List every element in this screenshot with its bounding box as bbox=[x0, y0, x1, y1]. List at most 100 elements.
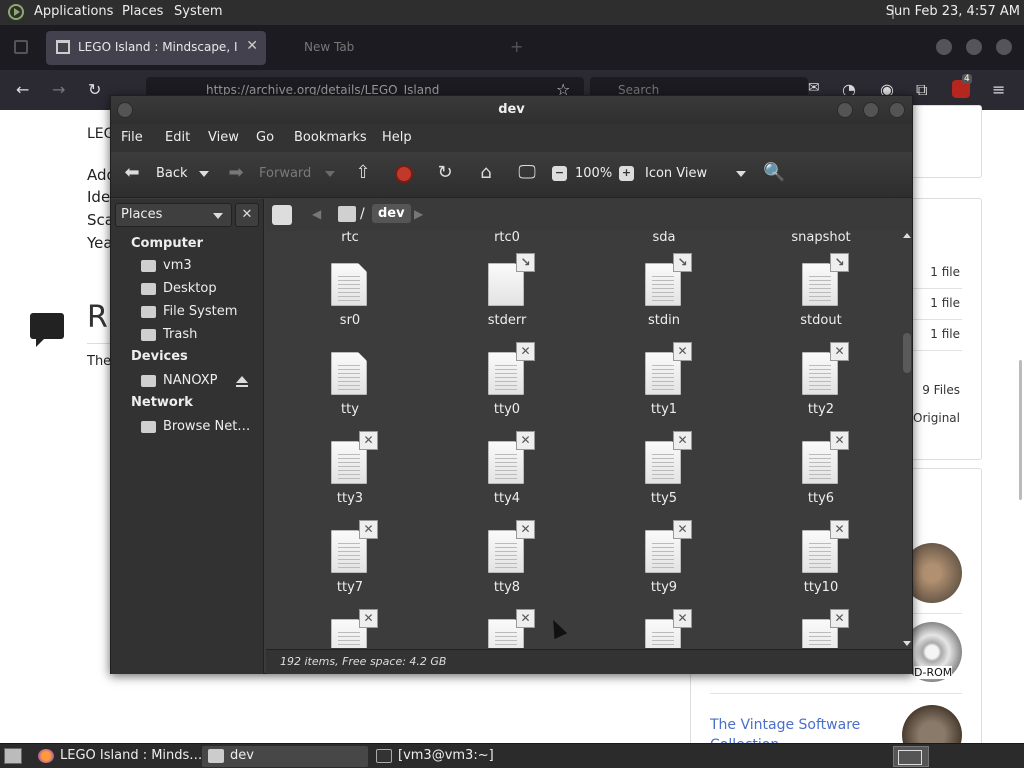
forward-button[interactable]: Forward bbox=[259, 166, 311, 181]
icon-view-scrollbar[interactable] bbox=[902, 231, 912, 648]
file-item[interactable]: tty bbox=[275, 348, 425, 437]
file-name[interactable]: rtc0 bbox=[432, 231, 582, 245]
file-item[interactable]: sr0 bbox=[275, 259, 425, 348]
pocket-icon[interactable]: ✉ bbox=[808, 80, 820, 96]
browser-minimize-icon[interactable] bbox=[936, 39, 952, 55]
path-scroll-right-icon[interactable]: ▶ bbox=[414, 207, 423, 221]
home-icon[interactable]: ⌂ bbox=[475, 162, 497, 184]
unreadable-emblem-icon: ✕ bbox=[673, 609, 692, 628]
up-icon[interactable]: ⇧ bbox=[352, 162, 374, 184]
distro-logo-icon[interactable] bbox=[8, 4, 24, 20]
file-item[interactable]: ↘ stdout bbox=[746, 253, 896, 348]
file-item[interactable]: ✕ tty8 bbox=[432, 520, 582, 615]
root-drive-icon[interactable] bbox=[338, 206, 356, 222]
menu-file[interactable]: File bbox=[121, 130, 143, 145]
close-icon[interactable] bbox=[889, 102, 905, 118]
eject-icon[interactable] bbox=[236, 376, 248, 387]
places-selector[interactable]: Places bbox=[115, 203, 232, 227]
zoom-in-icon[interactable]: + bbox=[619, 166, 634, 181]
forward-arrow-icon[interactable]: → bbox=[52, 80, 65, 99]
back-button[interactable]: Back bbox=[156, 166, 188, 181]
file-item[interactable]: ✕ tty4 bbox=[432, 431, 582, 526]
workspace-switcher[interactable] bbox=[893, 746, 929, 767]
file-item[interactable]: ✕ tty3 bbox=[275, 431, 425, 526]
back-arrow-icon[interactable]: ← bbox=[16, 80, 29, 99]
location-edit-icon[interactable] bbox=[272, 205, 292, 225]
menu-applications[interactable]: Applications bbox=[34, 4, 113, 19]
zoom-out-icon[interactable]: − bbox=[552, 166, 567, 181]
close-tab-icon[interactable]: ✕ bbox=[246, 38, 258, 54]
hamburger-menu-icon[interactable]: ≡ bbox=[992, 80, 1005, 99]
search-icon[interactable]: 🔍 bbox=[763, 162, 785, 184]
file-name[interactable]: sda bbox=[589, 231, 739, 245]
tab-overview-icon[interactable] bbox=[14, 40, 28, 54]
path-scroll-left-icon[interactable]: ◀ bbox=[312, 207, 321, 221]
file-item[interactable]: ✕ tty6 bbox=[746, 431, 896, 526]
scroll-up-icon[interactable] bbox=[903, 233, 911, 238]
extensions-icon[interactable]: ⧉ bbox=[916, 80, 927, 100]
task-file-manager[interactable]: dev bbox=[202, 746, 368, 767]
forward-history-dropdown[interactable] bbox=[325, 171, 335, 177]
sidebar-item-trash[interactable]: Trash bbox=[141, 326, 261, 346]
sidebar-item-browse-network[interactable]: Browse Net… bbox=[141, 418, 261, 438]
window-menu-icon[interactable] bbox=[117, 102, 133, 118]
menu-bookmarks[interactable]: Bookmarks bbox=[294, 130, 367, 145]
close-sidebar-icon[interactable]: ✕ bbox=[235, 203, 259, 227]
view-mode-dropdown[interactable] bbox=[736, 171, 746, 177]
reload-icon[interactable]: ↻ bbox=[434, 162, 456, 184]
show-desktop-icon[interactable] bbox=[4, 748, 22, 764]
menu-system[interactable]: System bbox=[174, 4, 222, 19]
menu-view[interactable]: View bbox=[208, 130, 239, 145]
file-item[interactable]: ✕ bbox=[589, 609, 739, 648]
file-item[interactable]: ✕ bbox=[275, 609, 425, 648]
new-tab-icon[interactable]: + bbox=[510, 37, 523, 56]
menu-places[interactable]: Places bbox=[122, 4, 163, 19]
task-label: [vm3@vm3:~] bbox=[398, 748, 494, 763]
file-item[interactable]: ✕ tty2 bbox=[746, 342, 896, 437]
menu-help[interactable]: Help bbox=[382, 130, 412, 145]
scroll-thumb[interactable] bbox=[903, 333, 911, 373]
window-titlebar[interactable]: dev bbox=[111, 96, 912, 124]
file-name[interactable]: rtc bbox=[275, 231, 425, 245]
file-item[interactable]: ↘ stderr bbox=[432, 253, 582, 348]
file-item[interactable]: ✕ tty1 bbox=[589, 342, 739, 437]
stop-icon[interactable] bbox=[395, 165, 413, 183]
symlink-emblem-icon: ↘ bbox=[673, 253, 692, 272]
file-item[interactable]: ✕ tty5 bbox=[589, 431, 739, 526]
file-item[interactable]: ✕ bbox=[746, 609, 896, 648]
back-icon[interactable]: ⬅ bbox=[121, 162, 143, 184]
file-item[interactable]: ✕ tty0 bbox=[432, 342, 582, 437]
forward-icon[interactable]: ➡ bbox=[225, 162, 247, 184]
scroll-down-icon[interactable] bbox=[903, 641, 911, 646]
back-history-dropdown[interactable] bbox=[199, 171, 209, 177]
sidebar-item-filesystem[interactable]: File System bbox=[141, 303, 261, 323]
view-mode-select[interactable]: Icon View bbox=[645, 166, 707, 181]
browser-maximize-icon[interactable] bbox=[966, 39, 982, 55]
menu-edit[interactable]: Edit bbox=[165, 130, 190, 145]
file-item[interactable]: ↘ stdin bbox=[589, 253, 739, 348]
cdrom-label: D-ROM bbox=[914, 666, 953, 679]
file-item[interactable]: ✕ tty10 bbox=[746, 520, 896, 615]
browser-tab-active[interactable]: LEGO Island : Mindscape, In ✕ bbox=[46, 31, 266, 65]
file-name[interactable]: snapshot bbox=[746, 231, 896, 245]
icon-view[interactable]: rtc rtc0 sda snapshot sr0 ↘ stderr ↘ stdin ↘ s… bbox=[266, 231, 902, 648]
file-item[interactable]: ✕ tty7 bbox=[275, 520, 425, 615]
sidebar-item-desktop[interactable]: Desktop bbox=[141, 280, 261, 300]
browser-close-icon[interactable] bbox=[996, 39, 1012, 55]
computer-icon[interactable]: 🖵 bbox=[516, 162, 538, 184]
minimize-icon[interactable] bbox=[837, 102, 853, 118]
task-terminal[interactable]: [vm3@vm3:~] bbox=[370, 746, 540, 767]
sidebar-item-vm3[interactable]: vm3 bbox=[141, 257, 261, 277]
clock[interactable]: Sun Feb 23, 4:57 AM bbox=[886, 4, 1020, 19]
file-item[interactable]: ✕ tty9 bbox=[589, 520, 739, 615]
task-firefox[interactable]: LEGO Island : Minds… bbox=[32, 746, 202, 767]
page-text-ide: Ide bbox=[87, 188, 111, 206]
maximize-icon[interactable] bbox=[863, 102, 879, 118]
browser-tab-ghost[interactable]: New Tab bbox=[272, 31, 412, 65]
breadcrumb-current[interactable]: dev bbox=[372, 204, 411, 223]
zoom-level: 100% bbox=[575, 166, 613, 181]
ublock-icon[interactable]: 4 bbox=[952, 74, 972, 98]
reload-icon[interactable]: ↻ bbox=[88, 80, 101, 99]
page-scrollbar[interactable] bbox=[1019, 360, 1022, 500]
menu-go[interactable]: Go bbox=[256, 130, 274, 145]
